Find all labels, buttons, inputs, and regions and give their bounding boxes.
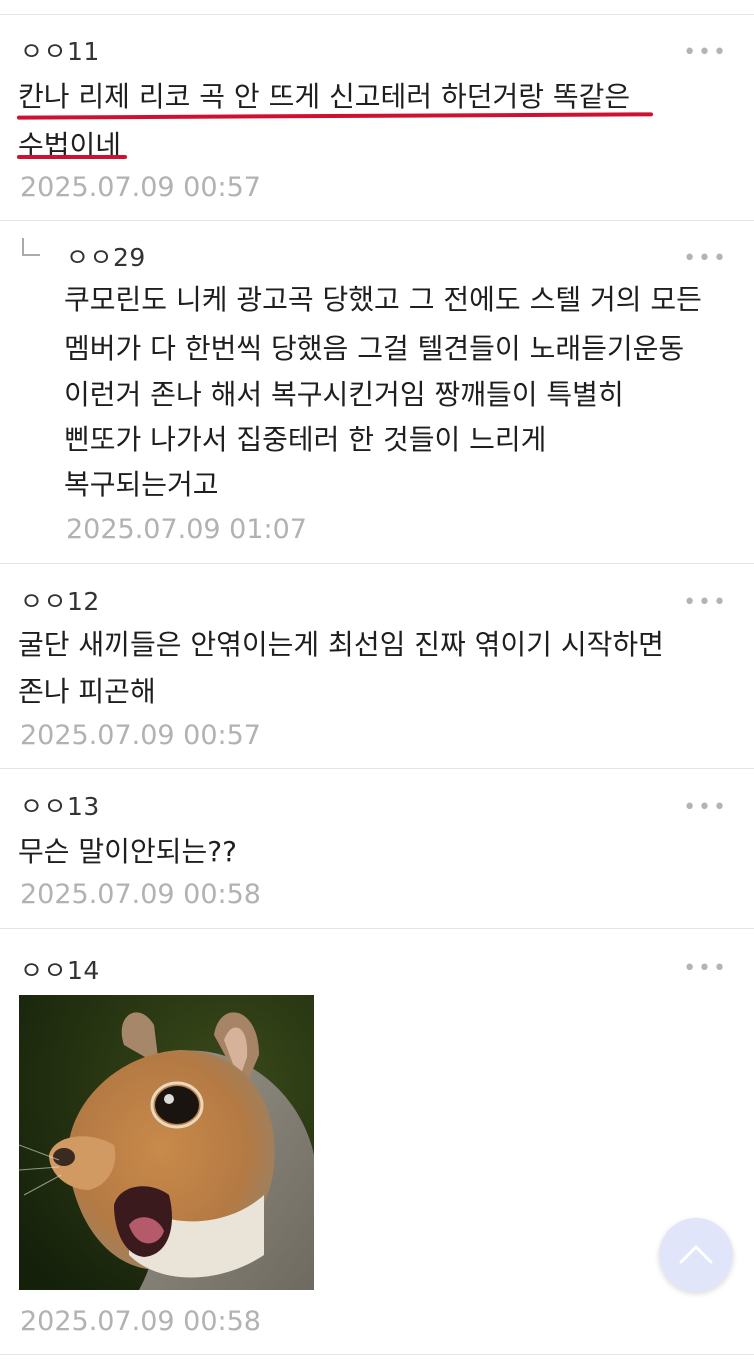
reply-arrow-icon bbox=[22, 238, 40, 256]
comment-date: 2025.07.09 00:57 bbox=[20, 172, 261, 203]
more-dots-icon[interactable]: ••• bbox=[683, 797, 728, 819]
comment-date: 2025.07.09 00:58 bbox=[20, 1306, 261, 1337]
divider bbox=[0, 928, 754, 929]
comment-line: 쿠모린도 니케 광고곡 당했고 그 전에도 스텔 거의 모든 bbox=[64, 283, 702, 316]
more-dots-icon[interactable]: ••• bbox=[683, 248, 728, 270]
comment-nickname: ㅇㅇ13 bbox=[20, 792, 100, 821]
comment-nickname: ㅇㅇ12 bbox=[20, 587, 100, 616]
comment-nickname: ㅇㅇ11 bbox=[20, 37, 100, 66]
comment-line: 이런거 존나 해서 복구시킨거임 짱깨들이 특별히 bbox=[64, 378, 624, 411]
scroll-top-button[interactable] bbox=[659, 1218, 733, 1292]
chevron-up-icon bbox=[679, 1245, 713, 1264]
comment-date: 2025.07.09 00:58 bbox=[20, 879, 261, 910]
comment-line: 복구되는거고 bbox=[64, 468, 219, 501]
comment-nickname: ㅇㅇ14 bbox=[20, 956, 100, 985]
comment-line: 멤버가 다 한번씩 당했음 그걸 텔견들이 노래듣기운동 bbox=[64, 332, 685, 365]
comment-line: 굴단 새끼들은 안엮이는게 최선임 진짜 엮이기 시작하면 bbox=[18, 628, 664, 661]
divider bbox=[0, 1354, 754, 1355]
comment-line: 수법이네 bbox=[18, 129, 122, 162]
comment-nickname: ㅇㅇ29 bbox=[66, 243, 146, 272]
red-underline-mark bbox=[17, 155, 127, 159]
divider bbox=[0, 563, 754, 564]
more-dots-icon[interactable]: ••• bbox=[683, 958, 728, 980]
comment-line: 존나 피곤해 bbox=[18, 675, 156, 708]
top-border bbox=[0, 0, 754, 15]
divider bbox=[0, 220, 754, 221]
comment-date: 2025.07.09 01:07 bbox=[66, 514, 307, 545]
comment-line: 삔또가 나가서 집중테러 한 것들이 느리게 bbox=[64, 423, 547, 456]
more-dots-icon[interactable]: ••• bbox=[683, 592, 728, 614]
comment-line: 무슨 말이안되는?? bbox=[18, 835, 237, 868]
squirrel-photo[interactable] bbox=[19, 995, 314, 1290]
comment-date: 2025.07.09 00:57 bbox=[20, 720, 261, 751]
more-dots-icon[interactable]: ••• bbox=[683, 42, 728, 64]
divider bbox=[0, 768, 754, 769]
